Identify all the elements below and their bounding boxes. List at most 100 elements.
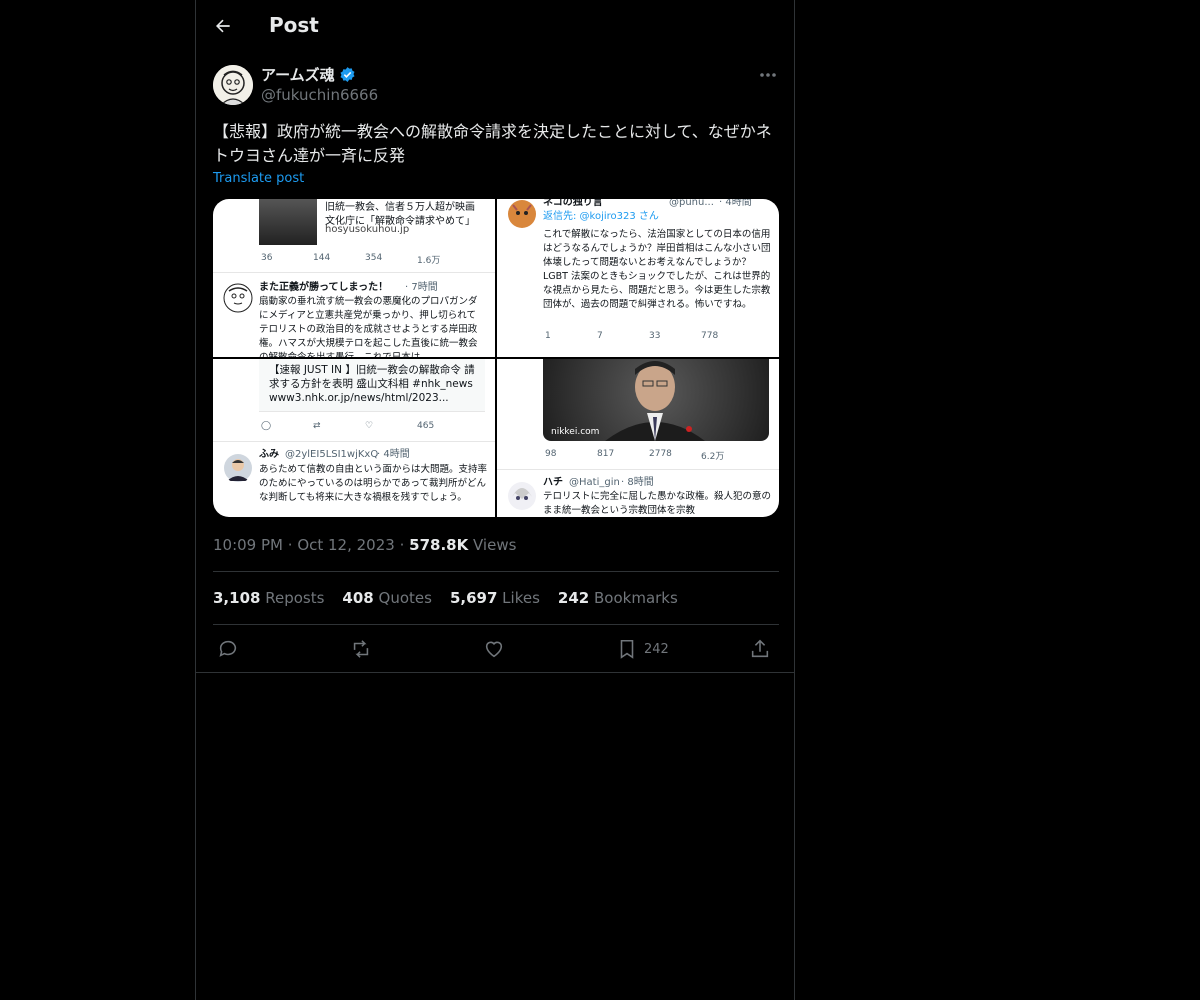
tweet-time: · 4時間	[719, 199, 752, 208]
card-text: 【速報 JUST IN 】旧統一教会の解散命令 請求する方針を表明 盛山文科相 …	[269, 364, 475, 404]
quotes-count: 408	[342, 589, 374, 607]
quotes-stat[interactable]: 408 Quotes	[342, 589, 432, 607]
repost-button[interactable]	[350, 630, 372, 668]
metric-views: 778	[701, 331, 719, 341]
metrics-row: ◯ ⇄ ♡ 465	[261, 421, 469, 431]
post-timestamp: 10:09 PM · Oct 12, 2023 · 578.8K Views	[213, 536, 516, 554]
card-thumbnail	[259, 199, 317, 245]
author-name-text: アームズ魂	[261, 66, 335, 84]
tweet-body: 扇動家の垂れ流す統一教会の悪魔化のプロパガンダにメディアと立憲共産党が乗っかり、…	[259, 296, 478, 357]
reposts-label: Reposts	[265, 589, 325, 607]
tweet-handle: @2ylEI5LSI1wjKxQ	[285, 449, 379, 460]
post-date[interactable]: Oct 12, 2023	[297, 536, 395, 554]
metric-likes: 33	[649, 331, 661, 341]
reply-to: 返信先: @kojiro323 さん	[543, 211, 659, 222]
translate-post-link[interactable]: Translate post	[213, 171, 304, 186]
divider-line	[213, 272, 495, 273]
person-avatar-icon	[224, 454, 252, 482]
tweet-time: · 4時間	[377, 449, 410, 460]
separator: ·	[287, 536, 298, 554]
likes-stat[interactable]: 5,697 Likes	[450, 589, 540, 607]
reposts-stat[interactable]: 3,108 Reposts	[213, 589, 324, 607]
author-name[interactable]: アームズ魂	[261, 64, 356, 85]
metric-likes: 354	[365, 253, 383, 263]
bookmark-button[interactable]: 242	[616, 630, 669, 668]
metric-views: 1.6万	[417, 256, 441, 266]
bookmark-count: 242	[644, 641, 669, 657]
metrics-row: 36 144 354 1.6万	[261, 253, 469, 266]
back-button[interactable]	[210, 13, 236, 39]
bookmarks-count: 242	[557, 589, 590, 607]
tweet-time: · 8時間	[621, 477, 654, 488]
tweet-author-name: また正義が勝ってしまった！	[259, 282, 389, 293]
tweet-author-name: ふみ	[259, 449, 279, 460]
metric-replies: 1	[545, 331, 551, 341]
quotes-label: Quotes	[378, 589, 432, 607]
share-button[interactable]	[749, 630, 771, 668]
tweet-author-name: ハチ	[543, 477, 563, 488]
tweet-author-name: ネコの独り言	[543, 199, 603, 208]
views-label: Views	[473, 536, 517, 554]
post-time[interactable]: 10:09 PM	[213, 536, 283, 554]
likes-count: 5,697	[449, 589, 498, 607]
media-image-4[interactable]: nikkei.com 98 817 2778 6.2万 ハチ @Hati_gin…	[497, 359, 779, 517]
cat-avatar-icon	[508, 200, 536, 228]
section-divider	[196, 672, 794, 673]
likes-label: Likes	[502, 589, 540, 607]
tweet-body: あらためて信教の自由という面からは大問題。支持率のためにやっているのは明らかであ…	[259, 464, 488, 503]
photo-source: nikkei.com	[551, 427, 600, 437]
anime-avatar-icon	[508, 482, 536, 510]
divider-bottom	[213, 624, 779, 625]
header: Post	[196, 0, 794, 53]
avatar-image	[213, 65, 253, 105]
separator: ·	[399, 536, 410, 554]
bookmarks-stat[interactable]: 242 Bookmarks	[558, 589, 678, 607]
tweet-handle: @punu...	[669, 199, 714, 208]
post-column: Post アームズ魂 @fukuchin6666 【悲報】政府が統一教会への解散…	[195, 0, 795, 1000]
more-options-button[interactable]	[752, 62, 784, 88]
arrow-left-icon	[216, 19, 230, 33]
metric-reposts: 7	[597, 331, 603, 341]
metric-views: 6.2万	[701, 452, 725, 462]
author-handle[interactable]: @fukuchin6666	[261, 86, 378, 104]
metric-likes: 2778	[649, 449, 672, 459]
media-image-3[interactable]: 【速報 JUST IN 】旧統一教会の解散命令 請求する方針を表明 盛山文科相 …	[213, 359, 495, 517]
divider-line	[497, 469, 779, 470]
verified-badge-icon	[340, 67, 355, 82]
bookmarks-label: Bookmarks	[594, 589, 678, 607]
media-grid: 旧統一教会、信者５万人超が映画 文化庁に「解散命令請求やめて」 hosyusok…	[213, 199, 779, 517]
metric-replies: ◯	[261, 421, 272, 431]
metric-replies: 36	[261, 253, 273, 263]
page-title: Post	[269, 13, 319, 37]
repost-icon	[353, 640, 369, 658]
tweet-body: これで解散になったら、法治国家としての日本の信用はどうなるんでしょうか？岸田首相…	[543, 229, 771, 310]
card-domain: hosyusokuhou.jp	[325, 224, 410, 235]
media-image-2[interactable]: ネコの独り言 @punu... · 4時間 返信先: @kojiro323 さん…	[497, 199, 779, 357]
metric-reposts: 144	[313, 253, 331, 263]
divider-line	[213, 441, 495, 442]
reply-button[interactable]	[217, 630, 239, 668]
heart-icon	[485, 641, 503, 658]
action-bar: 242	[213, 630, 779, 668]
author-avatar[interactable]	[213, 65, 253, 105]
tweet-avatar-icon	[223, 283, 253, 313]
metric-reposts: ⇄	[313, 421, 321, 431]
bookmark-icon	[620, 639, 634, 659]
share-icon	[751, 639, 769, 658]
metrics-row: 1 7 33 778	[545, 331, 753, 341]
post-text: 【悲報】政府が統一教会への解散命令請求を決定したことに対して、なぜかネトウヨさん…	[213, 122, 772, 165]
metric-likes: ♡	[365, 421, 374, 431]
like-button[interactable]	[483, 630, 505, 668]
view-count: 578.8K	[409, 536, 469, 554]
tweet-time: · 7時間	[405, 282, 438, 293]
engagement-stats: 3,108 Reposts 408 Quotes 5,697 Likes 242…	[213, 589, 678, 607]
metric-views: 465	[417, 421, 435, 431]
divider-top	[213, 571, 779, 572]
reposts-count: 3,108	[213, 589, 261, 607]
media-image-1[interactable]: 旧統一教会、信者５万人超が映画 文化庁に「解散命令請求やめて」 hosyusok…	[213, 199, 495, 357]
reply-icon	[219, 640, 237, 657]
metric-replies: 98	[545, 449, 557, 459]
tweet-body: テロリストに完全に屈した愚かな政権。殺人犯の意のまま統一教会という宗教団体を宗教	[543, 491, 772, 516]
metric-reposts: 817	[597, 449, 615, 459]
metrics-row: 98 817 2778 6.2万	[545, 449, 753, 462]
